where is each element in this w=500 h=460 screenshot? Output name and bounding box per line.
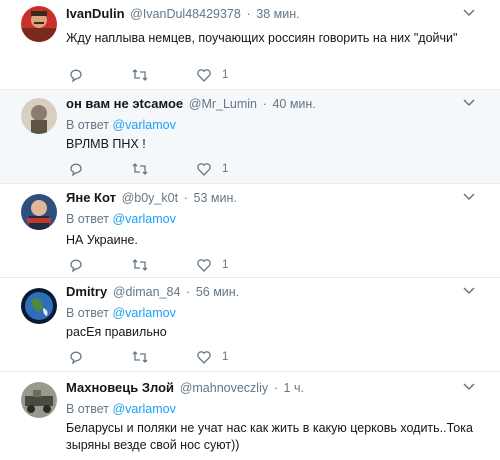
- like-count: 1: [222, 351, 229, 363]
- avatar[interactable]: [21, 6, 57, 42]
- retweet-icon: [132, 351, 148, 363]
- chevron-down-icon[interactable]: [462, 190, 476, 204]
- reply-prefix: В ответ: [66, 212, 109, 226]
- reply-context: В ответ @varlamov: [66, 401, 176, 417]
- separator: ·: [186, 285, 191, 299]
- retweet-button[interactable]: [131, 348, 149, 366]
- retweet-icon: [132, 163, 148, 175]
- tweet-feed: IvanDulin @IvanDul48429378 · 38 мин. Жду…: [0, 0, 500, 460]
- tweet-header: он вам не эtсамое @Mr_Lumin · 40 мин.: [66, 96, 316, 112]
- heart-icon: [197, 351, 211, 364]
- reply-prefix: В ответ: [66, 118, 109, 132]
- user-handle[interactable]: @b0y_k0t: [122, 191, 178, 205]
- reply-button[interactable]: [68, 256, 84, 274]
- reply-mention-link[interactable]: @varlamov: [112, 118, 175, 132]
- tweet-header: Махновець Злой @mahnoveczliy · 1 ч.: [66, 380, 304, 396]
- reply-mention-link[interactable]: @varlamov: [112, 402, 175, 416]
- timestamp[interactable]: 38 мин.: [256, 7, 299, 21]
- like-count: 1: [222, 163, 229, 175]
- reply-icon: [70, 259, 82, 273]
- avatar[interactable]: [21, 194, 57, 230]
- reply-icon: [70, 69, 82, 83]
- chevron-down-icon[interactable]: [462, 6, 476, 20]
- reply-context: В ответ @varlamov: [66, 211, 176, 227]
- like-button[interactable]: 1: [196, 160, 228, 178]
- tweet-actions: 1: [66, 256, 326, 274]
- reply-prefix: В ответ: [66, 402, 109, 416]
- like-count: 1: [222, 69, 229, 81]
- tweet-header: IvanDulin @IvanDul48429378 · 38 мин.: [66, 6, 300, 22]
- reply-button[interactable]: [68, 66, 84, 84]
- tweet-text: НА Украине.: [66, 233, 138, 247]
- tweet-text: Жду наплыва немцев, поучающих россиян го…: [66, 31, 458, 45]
- tweet-header: Dmitry @diman_84 · 56 мин.: [66, 284, 239, 300]
- avatar[interactable]: [21, 98, 57, 134]
- timestamp[interactable]: 53 мин.: [194, 191, 237, 205]
- retweet-button[interactable]: [131, 256, 149, 274]
- retweet-button[interactable]: [131, 160, 149, 178]
- heart-icon: [197, 69, 211, 82]
- reply-button[interactable]: [68, 348, 84, 366]
- tweet[interactable]: Махновець Злой @mahnoveczliy · 1 ч. В от…: [0, 372, 500, 460]
- tweet-text: Беларусы и поляки не учат нас как жить в…: [66, 421, 473, 452]
- separator: ·: [183, 191, 188, 205]
- like-count: 1: [222, 259, 229, 271]
- timestamp[interactable]: 40 мин.: [272, 97, 315, 111]
- tweet-text: расЕя правильно: [66, 325, 167, 339]
- user-handle[interactable]: @mahnoveczliy: [180, 381, 268, 395]
- chevron-down-icon[interactable]: [462, 284, 476, 298]
- reply-icon: [70, 163, 82, 177]
- tweet[interactable]: IvanDulin @IvanDul48429378 · 38 мин. Жду…: [0, 0, 500, 90]
- like-button[interactable]: 1: [196, 348, 228, 366]
- user-handle[interactable]: @IvanDul48429378: [130, 7, 241, 21]
- tweet-actions: 1: [66, 348, 326, 366]
- reply-mention-link[interactable]: @varlamov: [112, 306, 175, 320]
- separator: ·: [262, 97, 267, 111]
- avatar[interactable]: [21, 288, 57, 324]
- timestamp[interactable]: 56 мин.: [196, 285, 239, 299]
- reply-mention-link[interactable]: @varlamov: [112, 212, 175, 226]
- reply-button[interactable]: [68, 160, 84, 178]
- separator: ·: [246, 7, 251, 21]
- retweet-icon: [132, 259, 148, 271]
- chevron-down-icon[interactable]: [462, 380, 476, 394]
- reply-icon: [70, 351, 82, 365]
- retweet-button[interactable]: [131, 66, 149, 84]
- user-name[interactable]: Махновець Злой: [66, 380, 174, 395]
- chevron-down-icon[interactable]: [462, 96, 476, 110]
- tweet-header: Яне Кот @b0y_k0t · 53 мин.: [66, 190, 237, 206]
- tweet-actions: 1: [66, 66, 326, 84]
- tweet[interactable]: он вам не эtсамое @Mr_Lumin · 40 мин. В …: [0, 90, 500, 184]
- retweet-icon: [132, 69, 148, 81]
- user-name[interactable]: IvanDulin: [66, 6, 125, 21]
- like-button[interactable]: 1: [196, 256, 228, 274]
- tweet[interactable]: Яне Кот @b0y_k0t · 53 мин. В ответ @varl…: [0, 184, 500, 278]
- user-name[interactable]: он вам не эtсамое: [66, 96, 183, 111]
- timestamp[interactable]: 1 ч.: [284, 381, 304, 395]
- reply-context: В ответ @varlamov: [66, 117, 176, 133]
- avatar[interactable]: [21, 382, 57, 418]
- tweet-text: ВРЛМВ ПНХ !: [66, 137, 146, 151]
- heart-icon: [197, 163, 211, 176]
- tweet[interactable]: Dmitry @diman_84 · 56 мин. В ответ @varl…: [0, 278, 500, 372]
- heart-icon: [197, 259, 211, 272]
- separator: ·: [273, 381, 278, 395]
- reply-prefix: В ответ: [66, 306, 109, 320]
- user-handle[interactable]: @diman_84: [113, 285, 181, 299]
- user-name[interactable]: Dmitry: [66, 284, 107, 299]
- tweet-actions: 1: [66, 160, 326, 178]
- reply-context: В ответ @varlamov: [66, 305, 176, 321]
- like-button[interactable]: 1: [196, 66, 228, 84]
- user-handle[interactable]: @Mr_Lumin: [189, 97, 257, 111]
- user-name[interactable]: Яне Кот: [66, 190, 116, 205]
